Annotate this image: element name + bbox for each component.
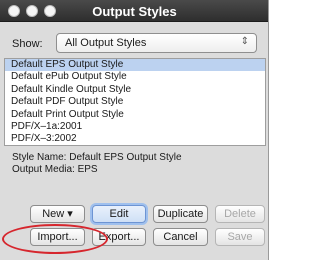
edit-button[interactable]: Edit — [92, 205, 146, 223]
list-item[interactable]: PDF/X–1a:2001 — [5, 121, 265, 133]
style-info: Style Name: Default EPS Output Style Out… — [12, 152, 182, 176]
output-media-text: Output Media: EPS — [12, 164, 98, 175]
select-arrows-icon: ⇕ — [240, 36, 249, 47]
style-name-text: Style Name: Default EPS Output Style — [12, 152, 182, 163]
show-filter-select[interactable]: All Output Styles ⇕ — [56, 33, 257, 53]
output-styles-window: Output Styles Show: All Output Styles ⇕ … — [0, 0, 269, 260]
output-styles-list[interactable]: Default EPS Output Style Default ePub Ou… — [4, 58, 266, 146]
new-button[interactable]: New ▾ — [30, 205, 85, 223]
list-item[interactable]: Default Print Output Style — [5, 109, 265, 121]
title-bar[interactable]: Output Styles — [0, 0, 268, 22]
list-item[interactable]: Default EPS Output Style — [5, 59, 265, 72]
highlight-annotation-circle — [2, 224, 108, 254]
window-title: Output Styles — [92, 4, 177, 19]
list-item[interactable]: Default PDF Output Style — [5, 96, 265, 108]
list-item[interactable]: Default ePub Output Style — [5, 71, 265, 83]
cancel-button[interactable]: Cancel — [153, 228, 208, 246]
list-item[interactable]: PDF/X–3:2002 — [5, 133, 265, 145]
duplicate-button[interactable]: Duplicate — [153, 205, 208, 223]
save-button[interactable]: Save — [215, 228, 265, 246]
delete-button[interactable]: Delete — [215, 205, 265, 223]
show-filter-value: All Output Styles — [65, 37, 147, 49]
show-label: Show: — [12, 38, 43, 50]
list-item[interactable]: Default Kindle Output Style — [5, 84, 265, 96]
